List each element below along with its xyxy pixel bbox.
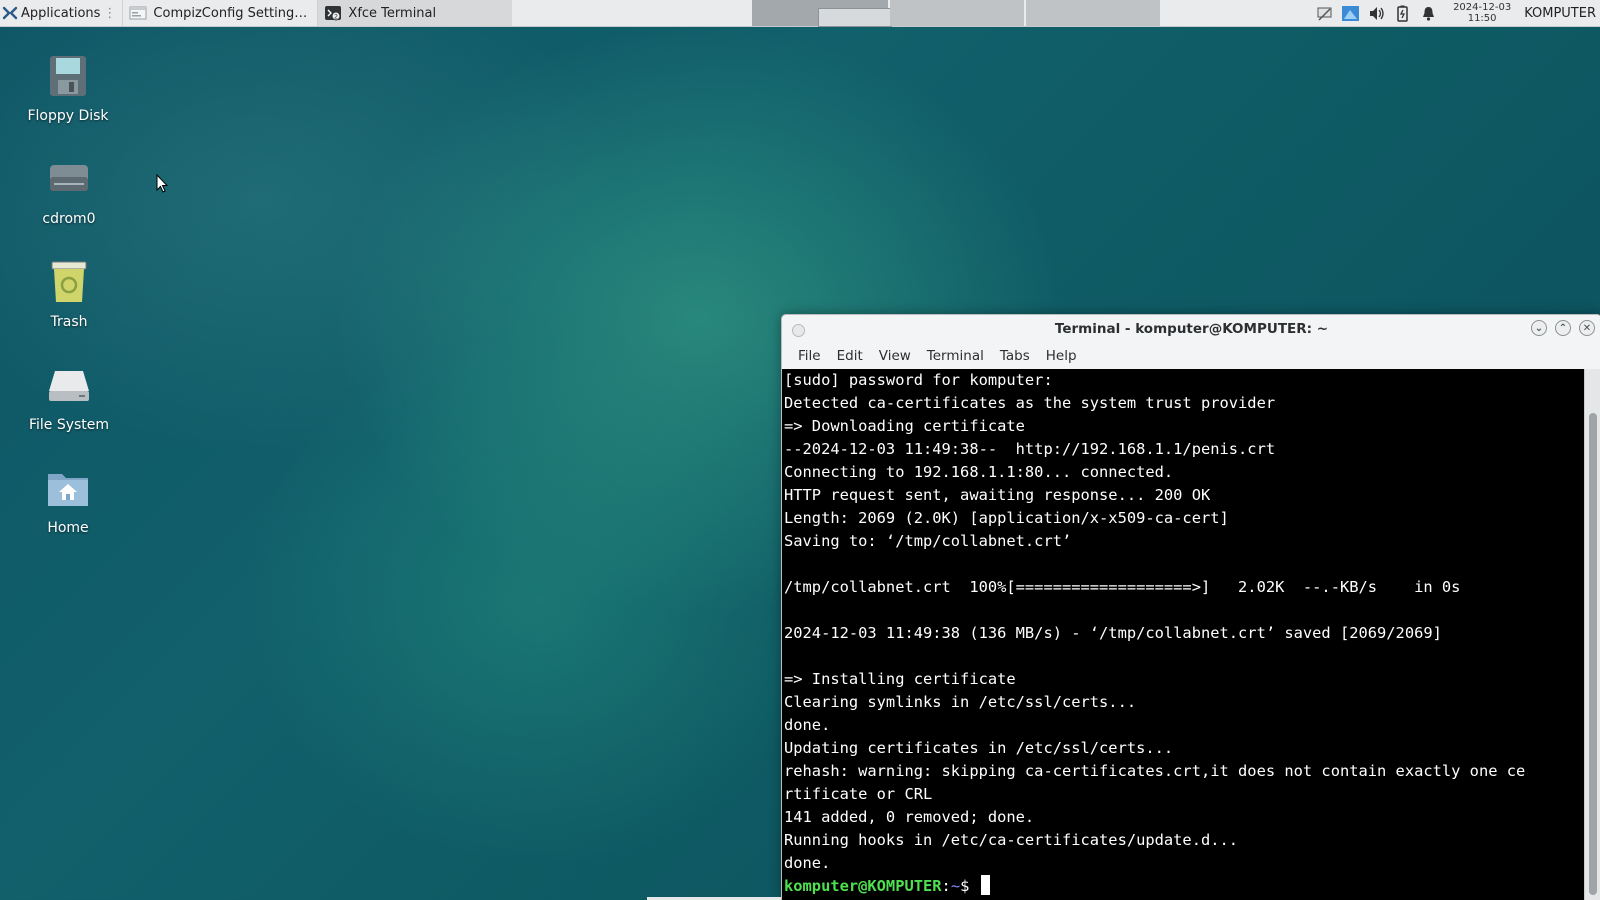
terminal-line: Length: 2069 (2.0K) [application/x-x509-… [784, 509, 1229, 527]
menu-file[interactable]: File [790, 348, 829, 364]
window-controls: ⌄ ⌃ ✕ [1531, 320, 1595, 336]
terminal-line: rtificate or CRL [784, 785, 933, 803]
terminal-line: 2024-12-03 11:49:38 (136 MB/s) - ‘/tmp/c… [784, 624, 1442, 642]
applications-label: Applications [21, 5, 101, 21]
menu-edit[interactable]: Edit [829, 348, 871, 364]
taskbar-item-compizconfig[interactable]: CompizConfig Settings ... [122, 0, 317, 26]
taskbar-item-label: CompizConfig Settings ... [153, 5, 312, 21]
filesystem-icon [49, 371, 89, 401]
terminal-line: Updating certificates in /etc/ssl/certs.… [784, 739, 1174, 757]
terminal-line: [sudo] password for komputer: [784, 371, 1053, 389]
terminal-line: Clearing symlinks in /etc/ssl/certs... [784, 693, 1137, 711]
terminal-scrollbar[interactable] [1584, 369, 1600, 900]
terminal-window[interactable]: Terminal - komputer@KOMPUTER: ~ ⌄ ⌃ ✕ Fi… [781, 314, 1600, 900]
terminal-line: 141 added, 0 removed; done. [784, 808, 1035, 826]
text-cursor [980, 875, 990, 895]
terminal-line: Connecting to 192.168.1.1:80... connecte… [784, 463, 1174, 481]
chevron-down-icon: ⌄ [1534, 322, 1544, 334]
workspace-2[interactable] [890, 0, 1027, 26]
desktop-icon-cdrom0[interactable]: cdrom0 [9, 155, 129, 227]
chevron-up-icon: ⌃ [1558, 322, 1568, 334]
applications-menu-button[interactable]: Applications ⋮ [0, 0, 122, 26]
window-menu-button[interactable] [792, 324, 805, 337]
menu-terminal[interactable]: Terminal [919, 348, 992, 364]
desktop-icon-label: cdrom0 [42, 211, 96, 227]
home-folder-icon [48, 474, 88, 506]
workspace-window-preview [818, 8, 893, 27]
notification-bell-icon[interactable] [1419, 4, 1438, 23]
desktop-icon-home[interactable]: Home [8, 464, 128, 536]
terminal-app-icon: 2 [325, 6, 342, 21]
prompt-symbol: $ [960, 877, 979, 895]
trash-icon [51, 261, 87, 302]
taskbar-item-label: Xfce Terminal [348, 5, 437, 21]
scrollbar-thumb[interactable] [1589, 413, 1597, 895]
floppy-icon [50, 56, 86, 96]
volume-icon[interactable] [1367, 4, 1386, 23]
desktop-icon-trash[interactable]: Trash [9, 258, 129, 330]
desktop-icon-file-system[interactable]: File System [9, 361, 129, 433]
terminal-menubar: File Edit View Terminal Tabs Help [782, 343, 1600, 368]
terminal-line: /tmp/collabnet.crt 100%[================… [784, 578, 1461, 596]
settings-window-icon [129, 6, 147, 20]
svg-text:2: 2 [335, 14, 339, 21]
terminal-line: Running hooks in /etc/ca-certificates/up… [784, 831, 1239, 849]
display-icon[interactable] [1341, 4, 1360, 23]
terminal-line: rehash: warning: skipping ca-certificate… [784, 762, 1526, 780]
terminal-line: Saving to: ‘/tmp/collabnet.crt’ [784, 532, 1072, 550]
clock-time: 11:50 [1467, 13, 1497, 24]
window-title: Terminal - komputer@KOMPUTER: ~ [1054, 321, 1329, 337]
desktop-icon-label: Home [47, 520, 89, 536]
system-tray: 2024-12-03 11:50 KOMPUTER [1315, 0, 1600, 26]
desktop-icon-label: Floppy Disk [27, 108, 109, 124]
terminal-prompt-line[interactable]: komputer@KOMPUTER:~$ [784, 875, 1585, 898]
terminal-output[interactable]: [sudo] password for komputer: Detected c… [782, 369, 1585, 900]
network-icon[interactable] [1315, 4, 1334, 23]
workspace-switcher [752, 0, 1163, 27]
clock-date: 2024-12-03 [1453, 2, 1512, 13]
window-titlebar[interactable]: Terminal - komputer@KOMPUTER: ~ ⌄ ⌃ ✕ [782, 315, 1600, 343]
taskbar-item-xfce-terminal[interactable]: 2 Xfce Terminal [317, 0, 513, 26]
minimize-button[interactable]: ⌄ [1531, 320, 1547, 336]
workspace-3[interactable] [1026, 0, 1163, 26]
terminal-line: => Downloading certificate [784, 417, 1025, 435]
prompt-separator: : [941, 877, 951, 895]
terminal-line: HTTP request sent, awaiting response... … [784, 486, 1211, 504]
user-hostname-menu[interactable]: KOMPUTER [1524, 6, 1598, 21]
top-panel: Applications ⋮ CompizConfig Settings ...… [0, 0, 1600, 27]
close-icon: ✕ [1582, 322, 1592, 334]
xfce-logo-icon [2, 6, 18, 20]
clock[interactable]: 2024-12-03 11:50 [1453, 2, 1511, 24]
desktop-icon-label: File System [28, 417, 110, 433]
prompt-user: komputer@KOMPUTER [784, 877, 942, 895]
applications-menu-separator: ⋮ [103, 5, 117, 21]
menu-tabs[interactable]: Tabs [992, 348, 1038, 364]
terminal-line: Detected ca-certificates as the system t… [784, 394, 1276, 412]
mouse-pointer-icon [156, 174, 168, 193]
workspace-1[interactable] [752, 0, 893, 27]
battery-icon[interactable] [1393, 4, 1412, 23]
terminal-line: => Installing certificate [784, 670, 1016, 688]
desktop-icon-floppy-disk[interactable]: Floppy Disk [8, 52, 128, 124]
menu-view[interactable]: View [871, 348, 919, 364]
terminal-line: done. [784, 716, 831, 734]
desktop-icon-label: Trash [50, 314, 88, 330]
prompt-directory: ~ [950, 877, 961, 895]
maximize-button[interactable]: ⌃ [1555, 320, 1571, 336]
cdrom-icon [50, 165, 88, 191]
menu-help[interactable]: Help [1038, 348, 1085, 364]
terminal-line: done. [784, 854, 831, 872]
close-button[interactable]: ✕ [1579, 320, 1595, 336]
terminal-line: --2024-12-03 11:49:38-- http://192.168.1… [784, 440, 1276, 458]
